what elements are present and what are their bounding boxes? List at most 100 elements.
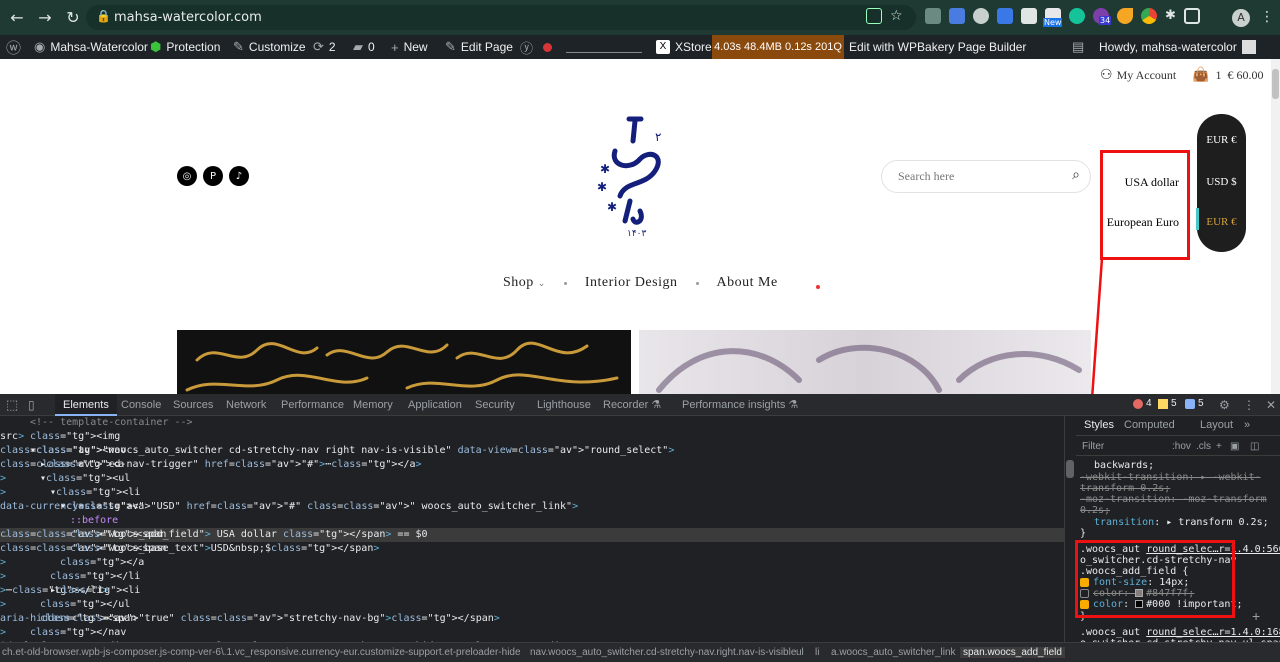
subtab-styles[interactable]: Styles (1084, 419, 1114, 431)
breadcrumb-item[interactable]: span.woocs_add_field (960, 647, 1065, 658)
dom-node-line[interactable]: ▾class="tg"><li > (0, 486, 1064, 500)
subtab-computed[interactable]: Computed (1124, 419, 1175, 431)
admin-xstore[interactable]: X XStore (656, 35, 712, 59)
tab-elements[interactable]: Elements (55, 394, 117, 416)
admin-wpbakery[interactable]: Edit with WPBakery Page Builder (849, 35, 1026, 59)
admin-customize[interactable]: ✎ Customize (233, 35, 306, 59)
share-icon[interactable] (866, 8, 882, 24)
dom-node-line[interactable]: ▾class="tg"><ul > (0, 472, 1064, 486)
wordpress-logo-icon[interactable]: ⓦ (6, 35, 21, 59)
tiktok-icon[interactable]: ♪ (229, 166, 249, 186)
dom-node-line[interactable]: ▾class="tg"><nav class=class="av">"woocs… (0, 444, 1064, 458)
address-bar[interactable]: 🔒 mahsa-watercolor.com (86, 5, 916, 30)
error-count[interactable]: 4 (1133, 398, 1152, 409)
tab-lighthouse[interactable]: Lighthouse (537, 394, 591, 416)
add-rule-plus-icon[interactable]: + (1252, 608, 1260, 624)
inspect-icon[interactable]: ⬚ (6, 394, 18, 416)
admin-notes[interactable]: ▤ (1072, 35, 1084, 59)
dom-tree[interactable]: <!-- template-container --> class="tg"><i… (0, 416, 1064, 642)
pinterest-icon[interactable]: P (203, 166, 223, 186)
puzzle-icon[interactable]: ✱ (1165, 8, 1176, 24)
admin-howdy[interactable]: Howdy, mahsa-watercolor (1099, 35, 1256, 59)
translate-icon[interactable] (997, 8, 1013, 24)
search-icon[interactable]: ⌕ (1072, 168, 1080, 184)
dom-node-line[interactable]: ::before (0, 514, 1064, 528)
instagram-icon[interactable]: ◎ (177, 166, 197, 186)
extension-icon[interactable]: New (1043, 8, 1063, 27)
tab-performance[interactable]: Performance (281, 394, 344, 416)
reload-icon[interactable]: ↻ (62, 7, 84, 29)
dom-node-line[interactable]: class="tg"><span aria-hidden=class="av">… (0, 612, 1064, 626)
grammarly-icon[interactable] (1069, 8, 1085, 24)
menu-item-about-me[interactable]: About Me (717, 275, 778, 291)
admin-new[interactable]: + New (391, 35, 428, 59)
admin-edit-page[interactable]: ✎ Edit Page (445, 35, 513, 59)
cart-link[interactable]: 👜 1 € 60.00 (1192, 67, 1263, 83)
banner-calligraphy-gold[interactable] (177, 330, 631, 394)
currency-current[interactable]: EUR € (1197, 134, 1246, 146)
breadcrumb-item[interactable]: a.woocs_auto_switcher_link (831, 647, 956, 658)
extension-icon[interactable] (949, 8, 965, 24)
dom-node-line[interactable]: class="tg"></a > (0, 556, 1064, 570)
dom-node-line[interactable]: class="tg"><span class=class="av">"woocs… (0, 542, 1064, 556)
dom-scrollbar-thumb[interactable] (1066, 460, 1074, 478)
dom-node-line[interactable]: class="tg"></nav > (0, 626, 1064, 640)
site-logo[interactable]: ✱ ✱ ✱ ٢ ۱۴۰۳ (585, 111, 685, 241)
record-icon[interactable] (543, 35, 552, 59)
currency-option-usd[interactable]: USD $ (1197, 176, 1246, 188)
extension-icon[interactable]: 34 (1093, 8, 1112, 25)
extension-icon[interactable] (1117, 8, 1133, 24)
paint-icon[interactable]: ▣ (1230, 441, 1239, 452)
menu-item-interior-design[interactable]: Interior Design (585, 275, 678, 291)
info-count[interactable]: 5 (1185, 398, 1204, 409)
tab-application[interactable]: Application (408, 394, 462, 416)
admin-updates[interactable]: ⟳ 2 (313, 35, 336, 59)
dom-node-line[interactable]: … class="tg"><span class=class="av">"wooc… (0, 528, 1064, 542)
dom-node-line[interactable]: ▾class="tg"><a data-currency=class="av">… (0, 500, 1064, 514)
styles-filter-input[interactable]: Filter (1082, 441, 1104, 452)
admin-site-name[interactable]: ◉ Mahsa-Watercolor (34, 35, 148, 59)
dom-node-line[interactable]: class="tg"><img src> (0, 430, 1064, 444)
chrome-icon[interactable] (1141, 8, 1157, 24)
forward-icon[interactable]: → (34, 7, 56, 29)
yoast-icon[interactable]: ⓨ (520, 35, 533, 59)
dom-node-line[interactable]: ▸class="tg"><li >⋯class="tg"></li> (0, 584, 1064, 598)
banner-calligraphy-purple[interactable] (639, 330, 1091, 394)
sidepanel-icon[interactable] (1183, 8, 1200, 24)
dom-node-line[interactable]: <!-- template-container --> (0, 416, 1064, 430)
bookmark-star-icon[interactable]: ☆ (890, 8, 903, 24)
dom-node-line[interactable]: ▸class="tg"><a class=class="av">"cd-nav-… (0, 458, 1064, 472)
admin-comments[interactable]: ▰ 0 (353, 35, 375, 59)
dom-node-line[interactable]: class="tg"></ul > (0, 598, 1064, 612)
back-icon[interactable]: ← (6, 7, 28, 29)
subtab-more[interactable]: » (1244, 419, 1250, 431)
panel-divider[interactable] (1064, 416, 1065, 642)
search-input[interactable]: Search here ⌕ (881, 160, 1091, 193)
class-toggle[interactable]: .cls (1196, 441, 1211, 452)
page-scrollbar[interactable] (1271, 59, 1280, 394)
extension-icon[interactable] (925, 8, 941, 24)
tab-network[interactable]: Network (226, 394, 266, 416)
currency-switcher[interactable]: EUR € USD $ EUR € (1196, 114, 1246, 252)
tab-memory[interactable]: Memory (353, 394, 393, 416)
settings-gear-icon[interactable]: ⚙ (1219, 394, 1230, 416)
camera-icon[interactable] (1021, 8, 1037, 24)
admin-protection[interactable]: ⬢ Protection (150, 35, 220, 59)
new-rule-plus-icon[interactable]: + (1216, 441, 1222, 452)
menu-item-shop[interactable]: Shop ⌄ (503, 275, 546, 291)
breadcrumb-item[interactable]: ul (796, 647, 804, 658)
scrollbar-thumb[interactable] (1272, 69, 1279, 99)
query-monitor-stats[interactable]: 4.03s 48.4MB 0.12s 201Q (712, 35, 844, 59)
sidebar-toggle-icon[interactable]: ◫ (1250, 441, 1259, 452)
my-account-link[interactable]: ⚇ My Account (1100, 67, 1176, 83)
tab-performance-insights[interactable]: Performance insights ⚗ (682, 394, 798, 416)
tab-console[interactable]: Console (121, 394, 161, 416)
currency-label-eur[interactable]: European Euro (1107, 215, 1179, 230)
profile-avatar[interactable]: A (1232, 9, 1250, 27)
currency-option-eur[interactable]: EUR € (1197, 216, 1246, 228)
warning-count[interactable]: 5 (1158, 398, 1177, 409)
breadcrumb-item[interactable]: li (815, 647, 819, 658)
currency-label-usd[interactable]: USA dollar (1125, 175, 1179, 190)
tab-recorder[interactable]: Recorder ⚗ (603, 394, 661, 416)
hover-state-toggle[interactable]: :hov (1172, 441, 1191, 452)
